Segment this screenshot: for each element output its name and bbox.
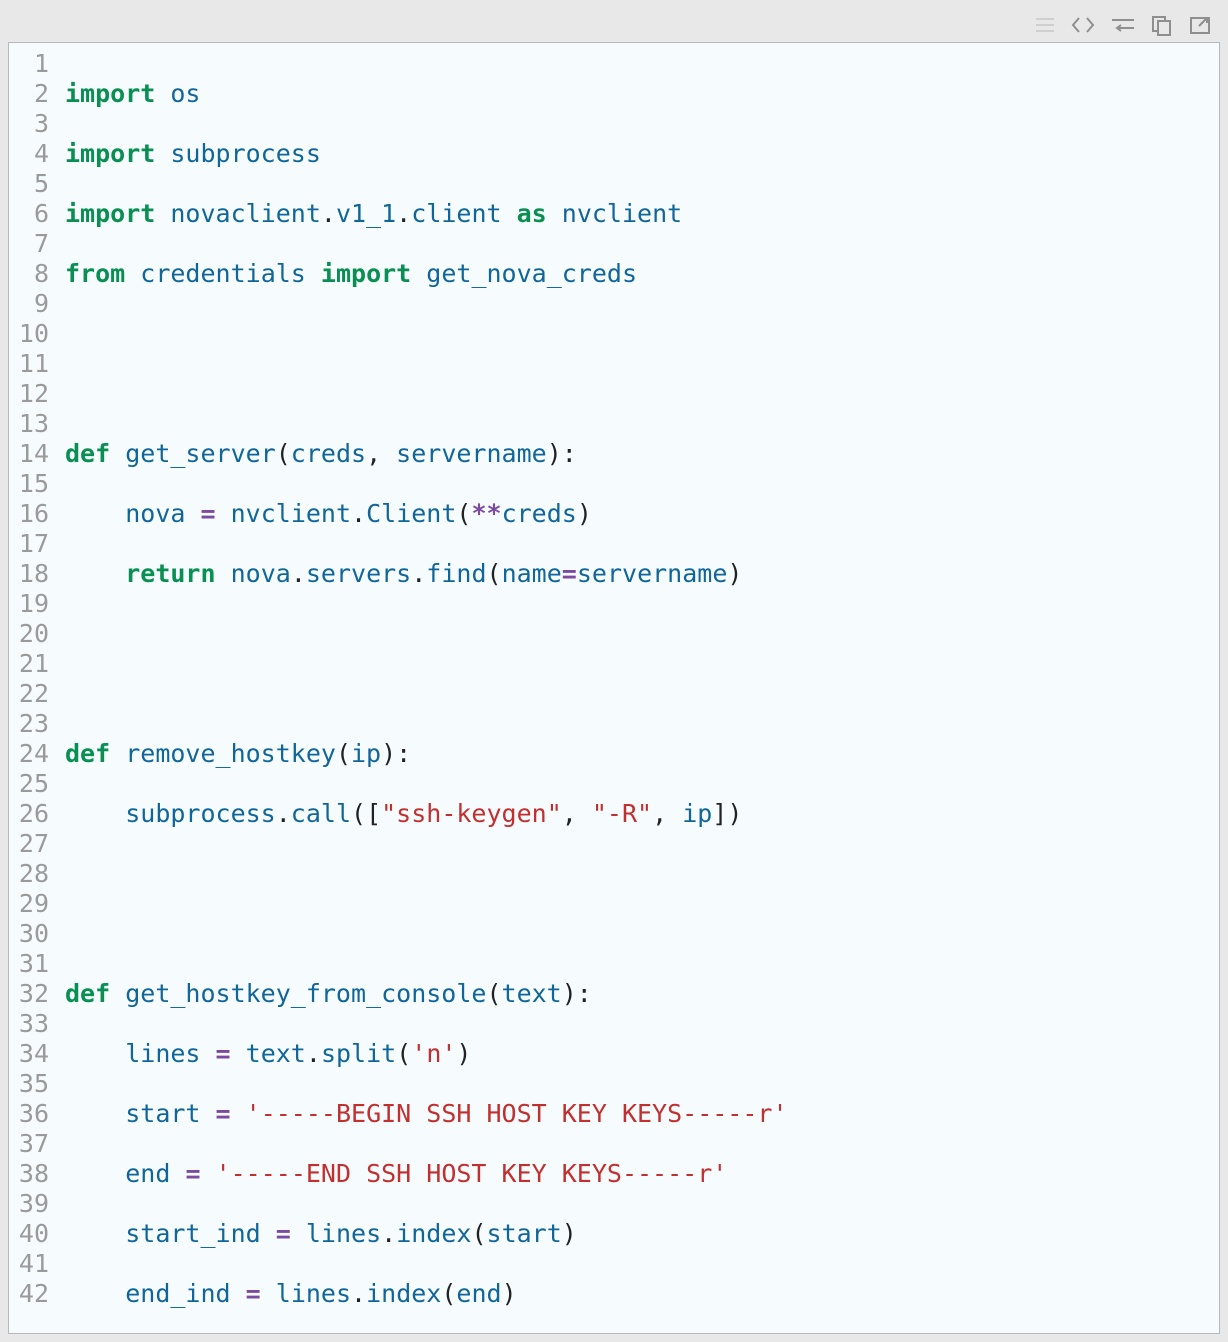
line-number: 22	[15, 679, 49, 709]
code-line	[65, 619, 1059, 649]
line-number: 27	[15, 829, 49, 859]
line-number: 35	[15, 1069, 49, 1099]
line-number: 30	[15, 919, 49, 949]
line-number: 12	[15, 379, 49, 409]
code-line: import os	[65, 79, 1059, 109]
line-number: 18	[15, 559, 49, 589]
code-area[interactable]: import os import subprocess import novac…	[59, 49, 1059, 1334]
line-number: 13	[15, 409, 49, 439]
line-gutter: 1234567891011121314151617181920212223242…	[9, 49, 59, 1334]
code-line: nova = nvclient.Client(**creds)	[65, 499, 1059, 529]
code-line	[65, 679, 1059, 709]
line-number: 29	[15, 889, 49, 919]
code-line: lines = text.split('n')	[65, 1039, 1059, 1069]
line-number: 33	[15, 1009, 49, 1039]
line-number: 8	[15, 259, 49, 289]
code-line: def remove_hostkey(ip):	[65, 739, 1059, 769]
line-number: 2	[15, 79, 49, 109]
line-number: 26	[15, 799, 49, 829]
menu-icon[interactable]	[1034, 14, 1056, 36]
line-number: 3	[15, 109, 49, 139]
code-line	[65, 379, 1059, 409]
line-number: 38	[15, 1159, 49, 1189]
line-number: 9	[15, 289, 49, 319]
line-number: 39	[15, 1189, 49, 1219]
line-number: 6	[15, 199, 49, 229]
line-number: 31	[15, 949, 49, 979]
line-number: 28	[15, 859, 49, 889]
line-number: 4	[15, 139, 49, 169]
line-number: 7	[15, 229, 49, 259]
code-line	[65, 319, 1059, 349]
line-number: 20	[15, 619, 49, 649]
line-number: 23	[15, 709, 49, 739]
line-number: 15	[15, 469, 49, 499]
wrap-icon[interactable]	[1110, 14, 1136, 36]
code-line: start = '-----BEGIN SSH HOST KEY KEYS---…	[65, 1099, 1059, 1129]
code-line: end_ind = lines.index(end)	[65, 1279, 1059, 1309]
line-number: 36	[15, 1099, 49, 1129]
toolbar	[8, 8, 1220, 42]
code-line	[65, 919, 1059, 949]
line-number: 40	[15, 1219, 49, 1249]
line-number: 1	[15, 49, 49, 79]
line-number: 25	[15, 769, 49, 799]
copy-icon[interactable]	[1150, 14, 1174, 36]
line-number: 16	[15, 499, 49, 529]
line-number: 24	[15, 739, 49, 769]
code-line: subprocess.call(["ssh-keygen", "-R", ip]…	[65, 799, 1059, 829]
line-number: 21	[15, 649, 49, 679]
code-line	[65, 859, 1059, 889]
code-line: def get_server(creds, servername):	[65, 439, 1059, 469]
line-number: 42	[15, 1279, 49, 1309]
line-number: 41	[15, 1249, 49, 1279]
code-line: end = '-----END SSH HOST KEY KEYS-----r'	[65, 1159, 1059, 1189]
code-icon[interactable]	[1070, 14, 1096, 36]
code-line: import novaclient.v1_1.client as nvclien…	[65, 199, 1059, 229]
code-panel: 1234567891011121314151617181920212223242…	[8, 42, 1220, 1334]
line-number: 10	[15, 319, 49, 349]
line-number: 19	[15, 589, 49, 619]
code-line: import subprocess	[65, 139, 1059, 169]
code-line: start_ind = lines.index(start)	[65, 1219, 1059, 1249]
line-number: 17	[15, 529, 49, 559]
code-line: def get_hostkey_from_console(text):	[65, 979, 1059, 1009]
editor-frame: 1234567891011121314151617181920212223242…	[0, 0, 1228, 1342]
line-number: 34	[15, 1039, 49, 1069]
popout-icon[interactable]	[1188, 14, 1212, 36]
line-number: 5	[15, 169, 49, 199]
code-line: from credentials import get_nova_creds	[65, 259, 1059, 289]
line-number: 14	[15, 439, 49, 469]
line-number: 11	[15, 349, 49, 379]
line-number: 32	[15, 979, 49, 1009]
code-line: return nova.servers.find(name=servername…	[65, 559, 1059, 589]
line-number: 37	[15, 1129, 49, 1159]
